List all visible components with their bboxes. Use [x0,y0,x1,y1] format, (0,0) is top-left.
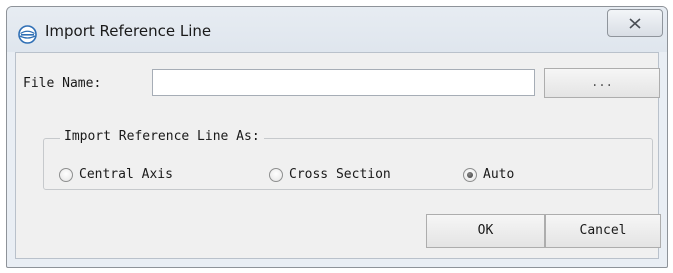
window-title: Import Reference Line [45,22,212,40]
globe-icon [18,25,37,44]
import-as-group-label: Import Reference Line As: [60,129,264,145]
auto-radio[interactable]: Auto [463,167,543,185]
browse-button[interactable]: ... [544,68,660,98]
title-bar[interactable]: Import Reference Line [7,7,667,52]
radio-circle-selected [463,168,477,182]
close-button[interactable] [607,9,663,37]
dialog-body: File Name: ... Import Reference Line As:… [15,52,661,259]
cross-section-radio[interactable]: Cross Section [269,167,439,185]
file-name-label: File Name: [23,76,102,91]
close-x-icon [629,18,641,29]
central-axis-label: Central Axis [79,167,173,182]
import-reference-line-dialog: Import Reference Line File Name: ... Imp… [6,6,668,268]
file-name-input[interactable] [152,69,535,96]
cross-section-label: Cross Section [289,167,391,182]
central-axis-radio[interactable]: Central Axis [59,167,214,185]
auto-label: Auto [483,167,515,182]
radio-circle [59,168,73,182]
radio-circle [269,168,283,182]
cancel-button[interactable]: Cancel [545,214,661,248]
ok-button[interactable]: OK [426,214,545,248]
radio-selected-dot [467,172,473,178]
